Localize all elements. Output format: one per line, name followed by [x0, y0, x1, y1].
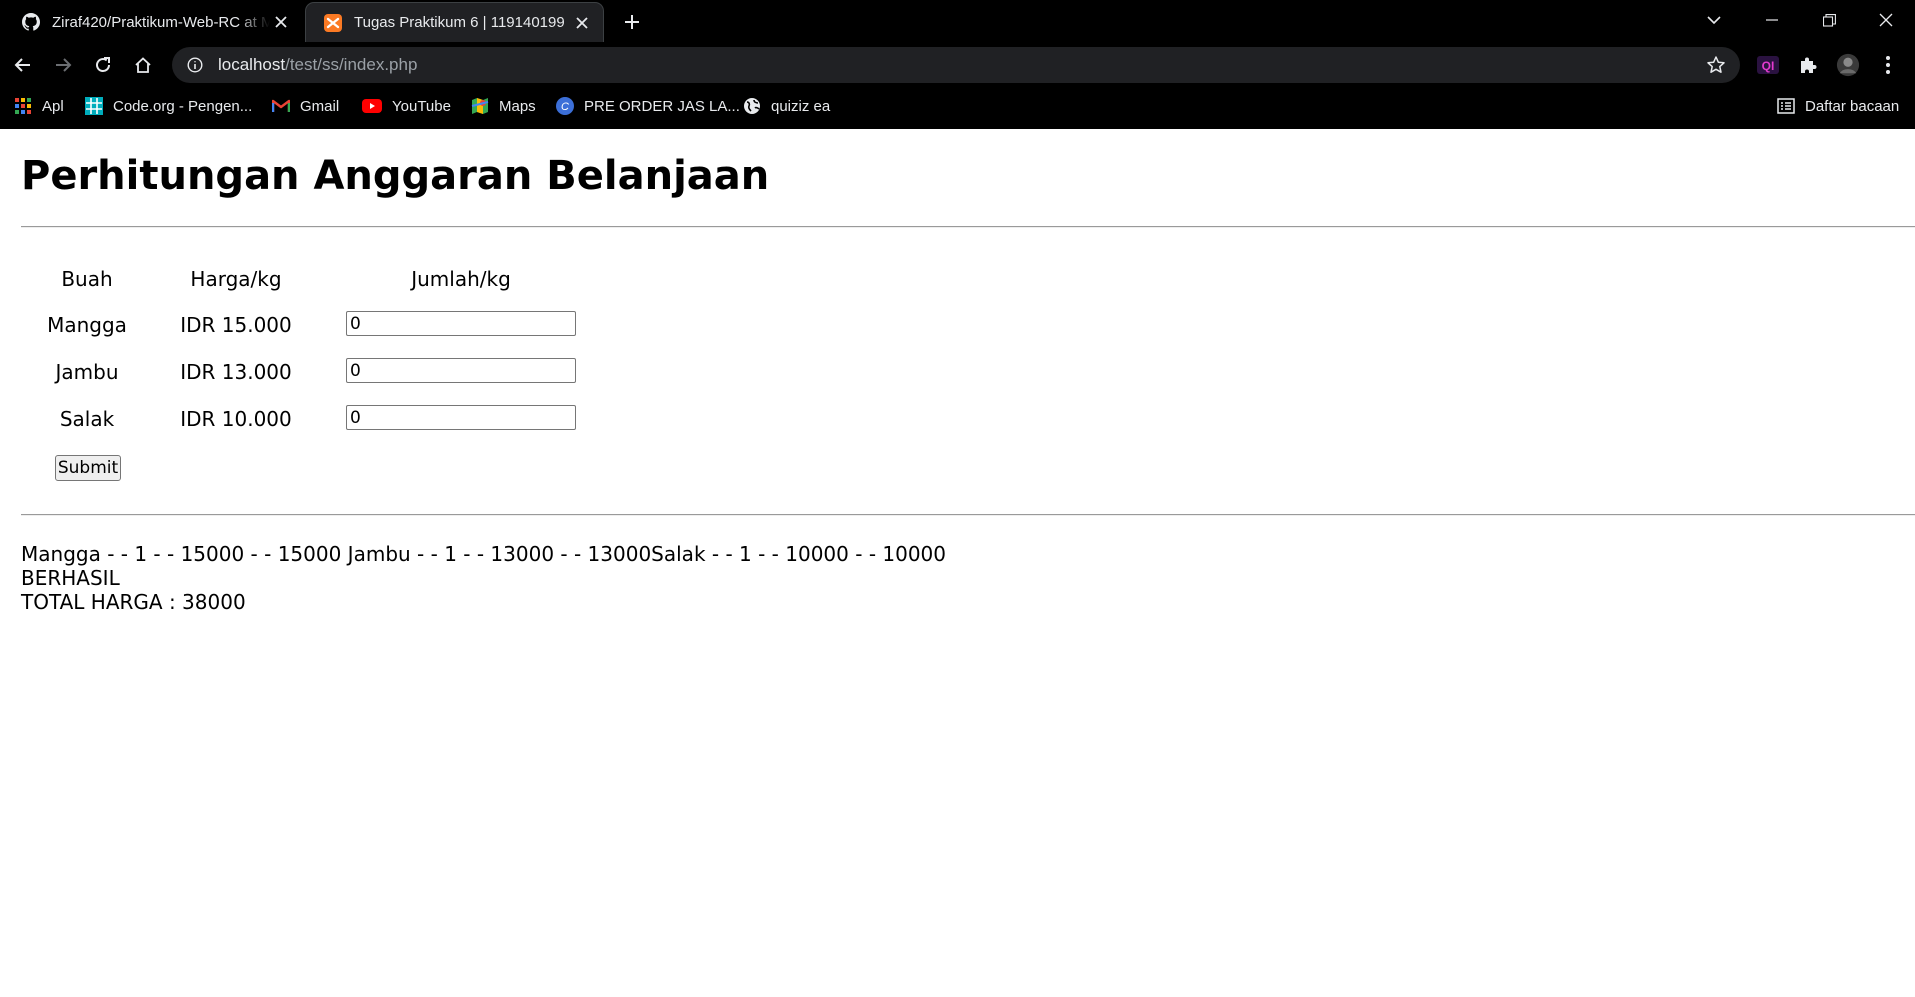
maps-icon [471, 97, 489, 115]
fruit-name: Jambu [55, 360, 119, 384]
new-tab-button[interactable] [618, 8, 646, 36]
bookmark-quiziz[interactable]: quiziz ea [743, 94, 830, 118]
c-circle-icon: C [556, 97, 574, 115]
url-path: /test/ss/index.php [285, 55, 418, 74]
close-icon[interactable] [571, 12, 593, 34]
restore-icon [1822, 13, 1836, 27]
fruit-price: IDR 13.000 [180, 360, 292, 384]
qty-input-mangga[interactable] [346, 311, 576, 336]
tab-search-button[interactable] [1688, 0, 1740, 40]
bookmark-code-org[interactable]: Code.org - Pengen... [85, 94, 252, 118]
apps-grid-icon [14, 97, 32, 115]
menu-kebab-icon[interactable] [1876, 53, 1900, 77]
bookmarks-bar: Apl Code.org - Pengen... Gmail YouTube M… [0, 90, 1915, 207]
minimize-button[interactable] [1746, 0, 1798, 40]
bookmark-gmail[interactable]: Gmail [272, 94, 339, 118]
result-total: TOTAL HARGA : 38000 [21, 590, 246, 614]
xampp-icon [324, 13, 342, 32]
divider-top [21, 226, 1915, 228]
header-jumlah: Jumlah/kg [411, 267, 511, 291]
info-icon[interactable] [186, 56, 204, 74]
url-host: localhost [218, 55, 286, 74]
reload-icon [96, 57, 111, 72]
tab-tugas-praktikum[interactable]: Tugas Praktikum 6 | 119140199 [305, 2, 604, 42]
browser-chrome: Ziraf420/Praktikum-Web-RC at M Tugas Pra… [0, 0, 1915, 207]
reload-button[interactable] [89, 51, 117, 79]
minimize-icon [1766, 19, 1778, 21]
submit-button[interactable]: Submit [55, 455, 121, 481]
page-content: Perhitungan Anggaran Belanjaan Buah Harg… [0, 129, 1915, 997]
bookmark-label: Gmail [300, 97, 340, 115]
profile-avatar[interactable] [1836, 53, 1860, 77]
home-button[interactable] [129, 51, 157, 79]
back-button[interactable] [9, 51, 37, 79]
bookmark-apl[interactable]: Apl [14, 94, 64, 118]
address-bar[interactable]: localhost/test/ss/index.php [172, 47, 1740, 83]
bookmark-label: Maps [499, 97, 536, 115]
gmail-icon [272, 97, 290, 115]
tab-title: Tugas Praktikum 6 | 119140199 [354, 14, 565, 31]
result-items: Mangga - - 1 - - 15000 - - 15000 Jambu -… [21, 542, 947, 566]
divider-bottom [21, 514, 1915, 516]
bookmark-pre-order[interactable]: C PRE ORDER JAS LA... [556, 94, 740, 118]
bookmark-maps[interactable]: Maps [471, 94, 536, 118]
page-title: Perhitungan Anggaran Belanjaan [21, 153, 770, 199]
globe-icon [743, 97, 761, 115]
restore-button[interactable] [1803, 0, 1855, 40]
tab-title: Ziraf420/Praktikum-Web-RC at M [52, 13, 270, 31]
svg-text:QI: QI [1762, 59, 1775, 73]
plus-icon [625, 15, 639, 29]
close-icon [1879, 13, 1893, 27]
arrow-right-icon [56, 58, 72, 72]
fruit-name: Salak [59, 407, 115, 431]
extensions-puzzle-icon[interactable] [1796, 53, 1820, 77]
tab-strip: Ziraf420/Praktikum-Web-RC at M Tugas Pra… [0, 0, 1915, 42]
arrow-left-icon [14, 58, 30, 72]
fruit-name: Mangga [47, 313, 127, 337]
reading-list-label: Daftar bacaan [1805, 97, 1900, 115]
bookmark-label: PRE ORDER JAS LA... [584, 97, 740, 115]
qty-input-jambu[interactable] [346, 358, 576, 383]
forward-button[interactable] [49, 51, 77, 79]
header-harga: Harga/kg [190, 267, 282, 291]
close-icon[interactable] [270, 11, 292, 33]
home-icon [135, 57, 151, 73]
extension-qi-icon[interactable]: QI [1756, 53, 1780, 77]
chevron-down-icon [1707, 15, 1721, 24]
bookmark-label: quiziz ea [771, 97, 831, 115]
svg-text:C: C [561, 101, 569, 113]
bookmark-youtube[interactable]: YouTube [362, 94, 451, 118]
github-icon [22, 13, 40, 31]
header-buah: Buah [61, 267, 113, 291]
reading-list-button[interactable]: Daftar bacaan [1777, 94, 1899, 118]
fruit-price: IDR 10.000 [180, 407, 292, 431]
bookmark-label: YouTube [392, 97, 451, 115]
qty-input-salak[interactable] [346, 405, 576, 430]
bookmark-label: Code.org - Pengen... [113, 97, 253, 115]
bookmark-star-icon[interactable] [1706, 55, 1726, 75]
tab-github[interactable]: Ziraf420/Praktikum-Web-RC at M [4, 2, 302, 42]
fruit-price: IDR 15.000 [180, 313, 292, 337]
browser-toolbar: localhost/test/ss/index.php QI [0, 44, 1915, 86]
result-status: BERHASIL [21, 566, 120, 590]
close-window-button[interactable] [1860, 0, 1912, 40]
bookmark-label: Apl [42, 97, 64, 115]
youtube-icon [362, 97, 382, 115]
reading-list-icon [1777, 97, 1795, 115]
code-org-icon [85, 97, 103, 115]
url-text[interactable]: localhost/test/ss/index.php [218, 55, 417, 75]
